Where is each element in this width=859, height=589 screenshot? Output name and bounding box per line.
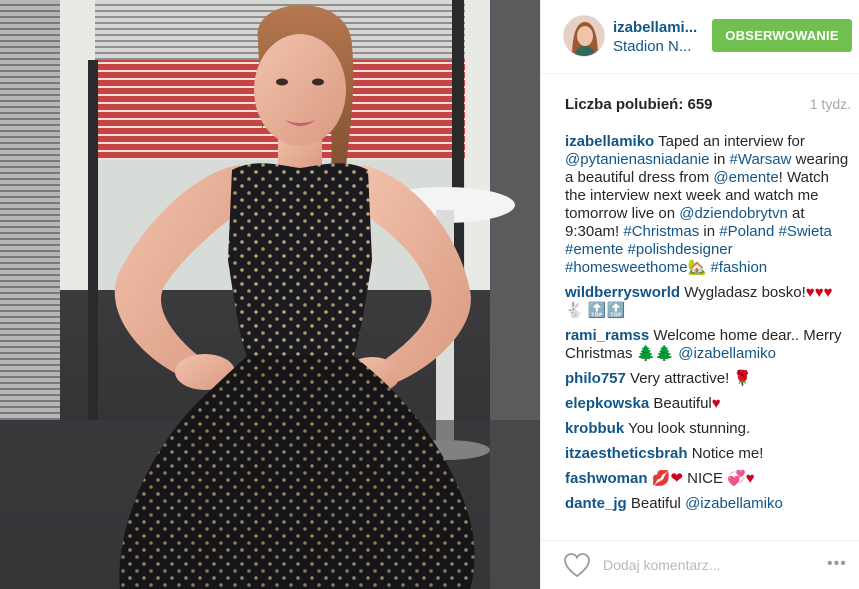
caption-username[interactable]: izabellamiko (565, 133, 654, 150)
list-item: philo757 Very attractive! 🌹 (565, 370, 851, 388)
list-item: wildberrysworld Wygladasz bosko!♥♥♥ 🐇 🔝🔝 (565, 284, 851, 320)
comment-text: You look stunning. (624, 420, 751, 437)
heart-outline-icon[interactable] (563, 552, 593, 580)
list-item: elepkowska Beautiful♥ (565, 395, 851, 413)
comment-text: Beatiful (626, 495, 686, 512)
comment-input[interactable] (603, 553, 803, 577)
list-item: fashwoman 💋❤ NICE 💞♥ (565, 470, 851, 488)
post-photo[interactable] (0, 0, 540, 589)
caption-hashtag[interactable]: #homesweethome (565, 259, 688, 276)
comment-mention[interactable]: @izabellamiko (685, 495, 783, 512)
list-item: krobbuk You look stunning. (565, 420, 851, 438)
hearts-emoji-icon: 💞♥ (727, 470, 755, 487)
rose-emoji-icon: 🌹 (733, 370, 753, 387)
comment-username[interactable]: dante_jg (565, 495, 627, 512)
post-header: izabellami... Stadion N... OBSERWOWANIE (541, 0, 859, 74)
caption-hashtag[interactable]: #Poland (719, 223, 774, 240)
caption-mention[interactable]: @dziendobrytvn (679, 205, 788, 222)
comment-bar: ••• (541, 540, 859, 589)
caption-hashtag[interactable]: #polishdesigner (628, 241, 733, 258)
house-emoji-icon: 🏡 (687, 259, 707, 276)
list-item: rami_ramss Welcome home dear.. Merry Chr… (565, 327, 851, 363)
avatar-image (564, 16, 604, 56)
avatar[interactable] (563, 15, 605, 57)
hearts-emoji-icon: ♥♥♥ (805, 284, 833, 301)
comment-username[interactable]: fashwoman (565, 470, 648, 487)
caption-mention[interactable]: @emente (713, 169, 778, 186)
post-side-panel: izabellami... Stadion N... OBSERWOWANIE … (540, 0, 859, 589)
caption-hashtag[interactable]: #Swieta (778, 223, 831, 240)
comment-username[interactable]: rami_ramss (565, 327, 649, 344)
comment-username[interactable]: itzaestheticsbrah (565, 445, 688, 462)
caption-hashtag[interactable]: #emente (565, 241, 623, 258)
post-photo-image (0, 0, 540, 589)
likes-count[interactable]: Liczba polubień: 659 (565, 96, 713, 113)
comment-username[interactable]: wildberrysworld (565, 284, 680, 301)
post-timestamp[interactable]: 1 tydz. (810, 96, 851, 112)
comment-text: Wygladasz bosko! (680, 284, 806, 301)
post-location[interactable]: Stadion N... (613, 38, 691, 55)
post-stats: Liczba polubień: 659 1 tydz. (565, 96, 851, 116)
caption-text: in (699, 223, 720, 240)
comment-username[interactable]: elepkowska (565, 395, 649, 412)
follow-button[interactable]: OBSERWOWANIE (712, 19, 852, 52)
caption-hashtag[interactable]: #Christmas (623, 223, 699, 240)
comment-username[interactable]: krobbuk (565, 420, 624, 437)
caption-mention[interactable]: @pytanienasniadanie (565, 151, 710, 168)
comments-list: izabellamiko Taped an interview for @pyt… (565, 133, 851, 538)
comment-mention[interactable]: @izabellamiko (674, 345, 776, 362)
lips-heart-emoji-icon: 💋❤ (647, 470, 683, 487)
post-owner-username[interactable]: izabellami... (613, 19, 697, 36)
caption-hashtag[interactable]: #fashion (710, 259, 767, 276)
emoji-icon: 🐇 🔝🔝 (565, 302, 626, 319)
caption-text: in (709, 151, 730, 168)
comment-text: NICE (682, 470, 728, 487)
caption-text: Taped an interview for (654, 133, 805, 150)
heart-emoji-icon: ♥ (711, 395, 721, 412)
ellipsis-icon[interactable]: ••• (827, 555, 853, 573)
comment-text: Beautiful (649, 395, 712, 412)
list-item: dante_jg Beatiful @izabellamiko (565, 495, 851, 513)
comment-username[interactable]: philo757 (565, 370, 626, 387)
comment-text: Very attractive! (625, 370, 734, 387)
caption-hashtag[interactable]: #Warsaw (730, 151, 792, 168)
tree-emoji-icon: 🌲🌲 (636, 345, 675, 362)
post-caption: izabellamiko Taped an interview for @pyt… (565, 133, 851, 277)
comment-text: Notice me! (687, 445, 764, 462)
list-item: itzaestheticsbrah Notice me! (565, 445, 851, 463)
